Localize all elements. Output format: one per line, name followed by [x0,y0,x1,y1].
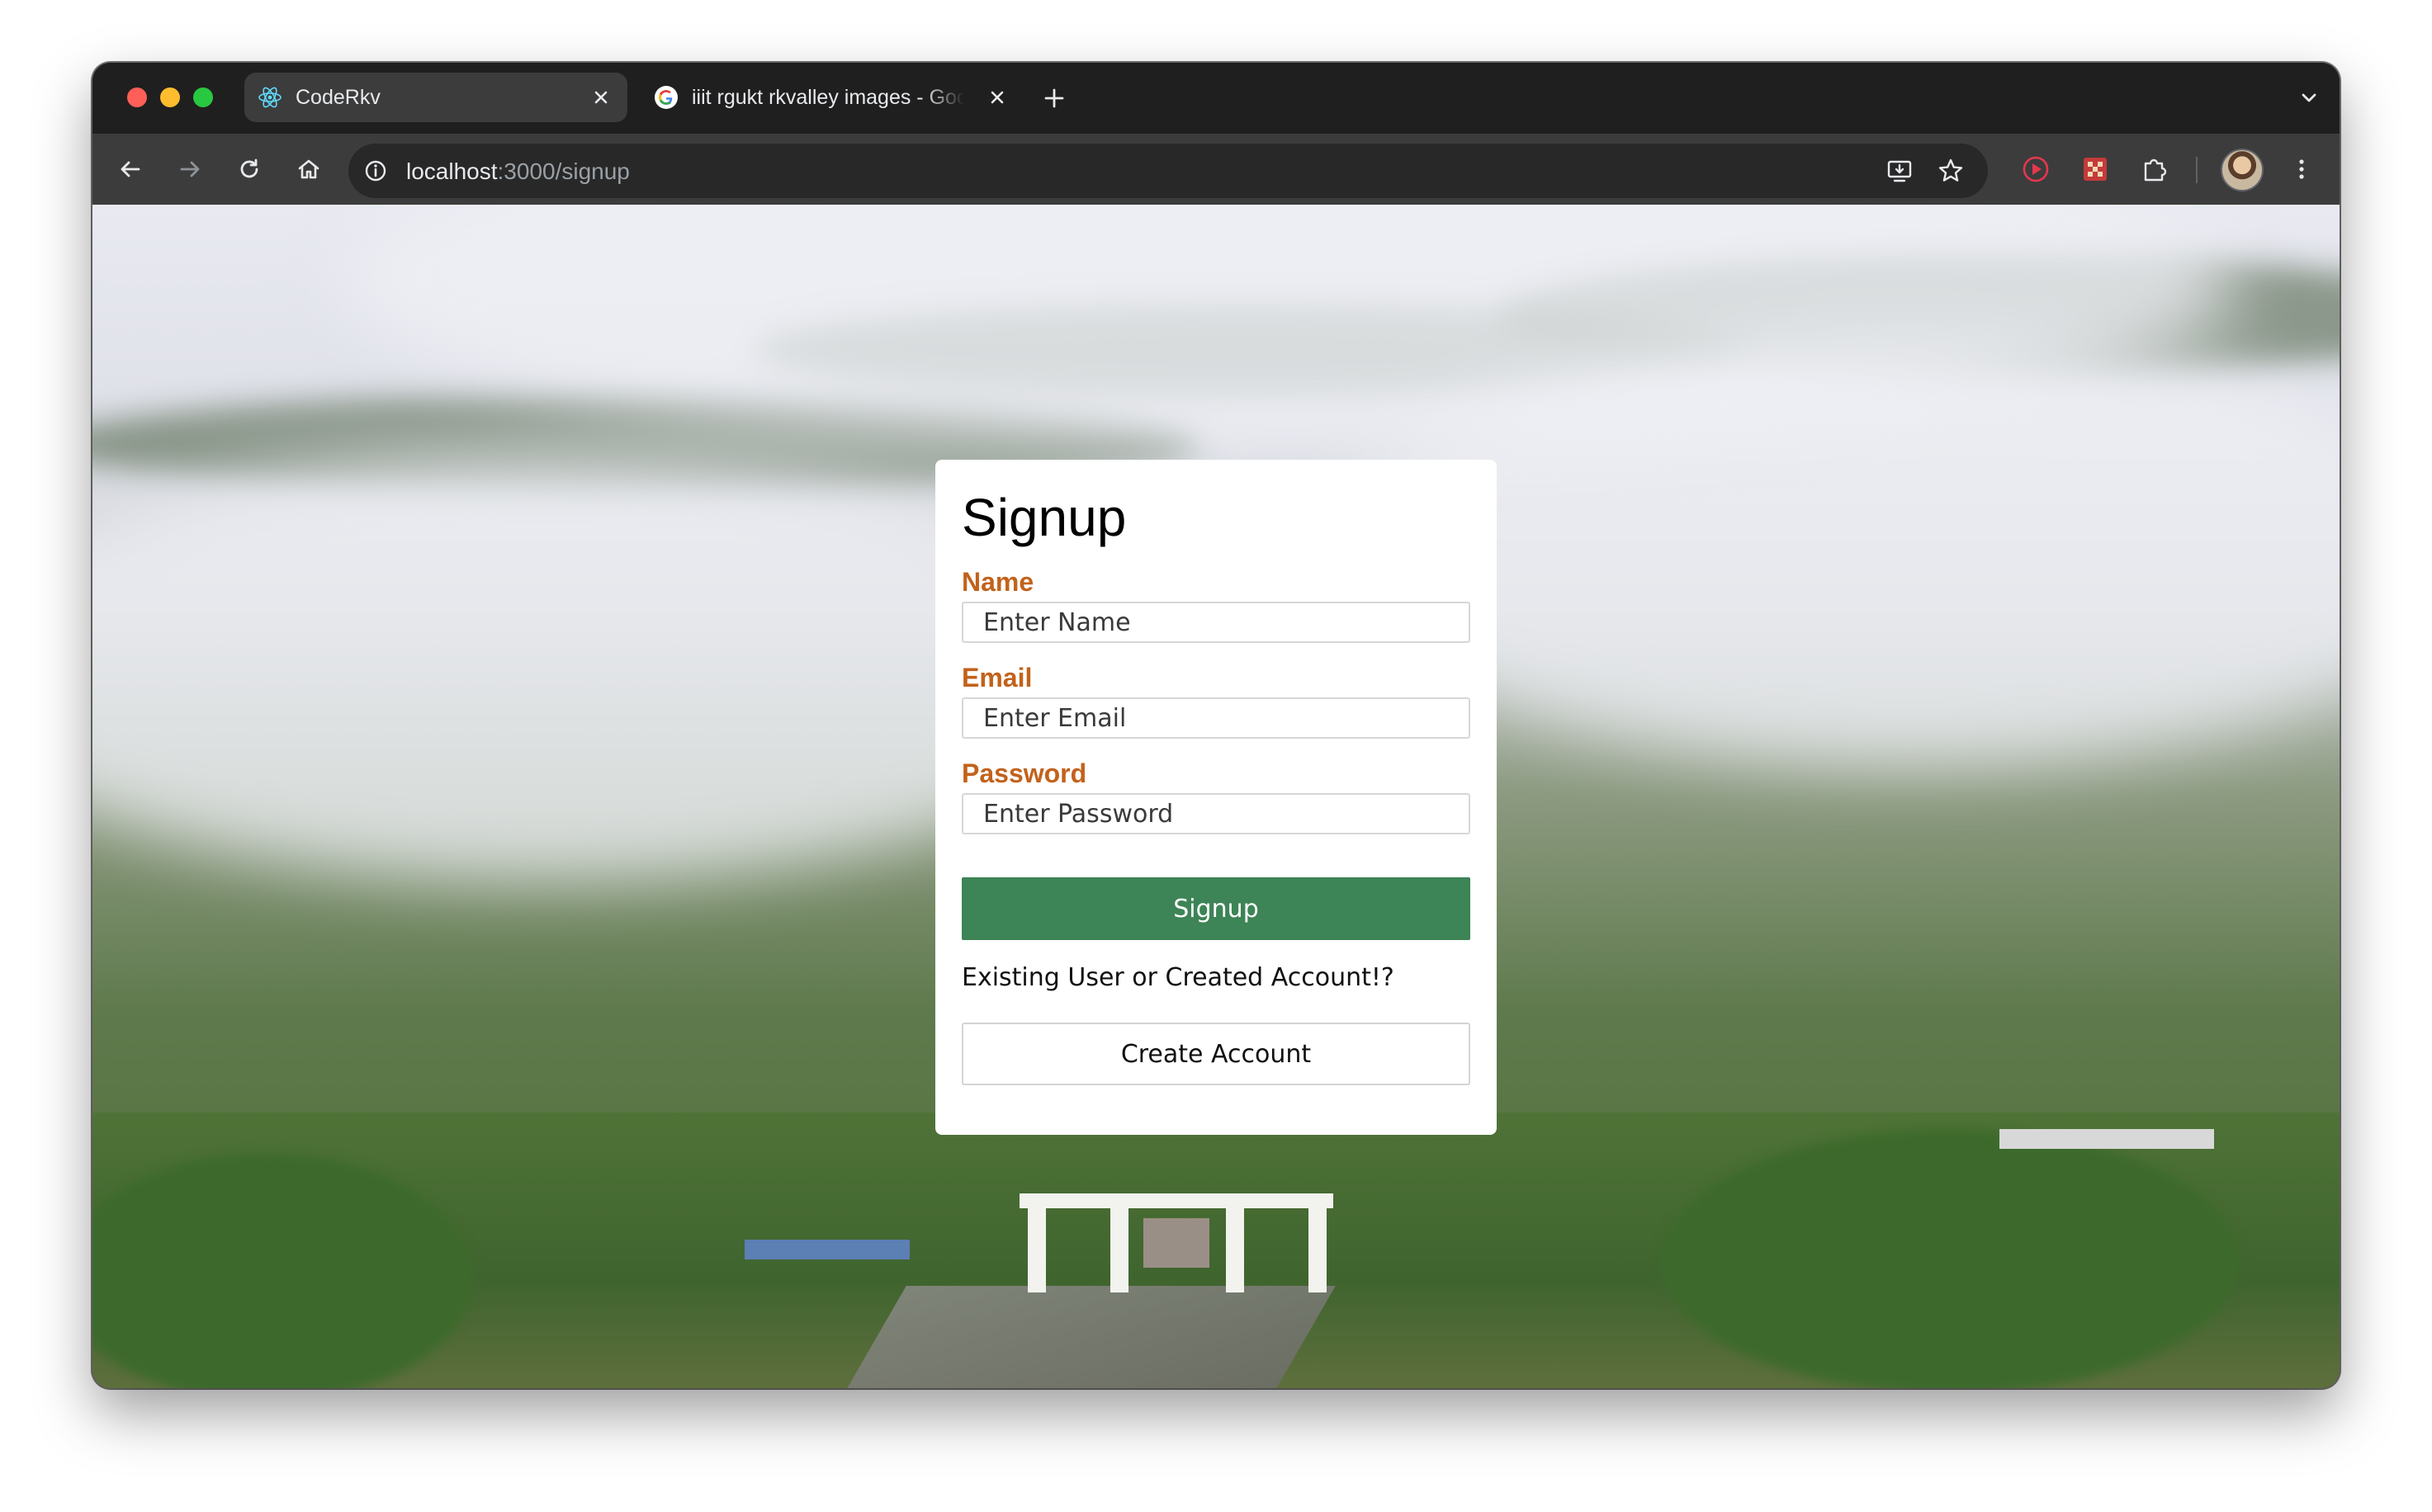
profile-avatar[interactable] [2221,149,2264,191]
address-bar[interactable]: localhost:3000/signup [348,144,1988,198]
page-title: Signup [962,488,1127,547]
minimize-window-button[interactable] [160,87,180,107]
name-label: Name [962,567,1034,597]
page-viewport: Signup Name Email Password Signup Existi… [92,205,2340,1388]
building-roof [745,1240,910,1259]
signup-button[interactable]: Signup [962,877,1470,940]
tab-strip: CodeRkv iiit rgukt rkvalley images - Goo… [92,63,2340,134]
email-input[interactable] [962,697,1470,739]
puzzle-piece-icon [2144,158,2167,182]
browser-menu-button[interactable] [2283,151,2320,187]
google-icon [655,86,678,109]
video-record-icon [2023,156,2049,182]
arrow-right-icon [180,161,200,177]
pixel-art-icon [2084,158,2107,181]
tree-cluster [1661,1129,2239,1388]
install-app-icon[interactable] [1884,155,1915,187]
campus-road [847,1286,1336,1388]
home-icon [298,159,319,179]
name-input[interactable] [962,602,1470,643]
reload-icon [240,158,258,178]
building-roof [1999,1129,2214,1149]
extensions-button[interactable] [2136,151,2173,187]
site-info-icon[interactable] [360,155,391,187]
maximize-window-button[interactable] [193,87,213,107]
signup-card: Signup Name Email Password Signup Existi… [935,460,1497,1135]
react-icon [258,87,282,108]
back-button[interactable] [112,151,149,187]
tab-title: iiit rgukt rkvalley images - Google Sear… [692,86,964,109]
extension-video-button[interactable] [2018,151,2054,187]
tab-title: CodeRkv [296,86,381,109]
tab-coderkv[interactable]: CodeRkv [244,73,627,122]
arrow-left-icon [121,161,140,177]
close-tab-icon[interactable] [986,86,1009,109]
bookmark-star-icon[interactable] [1935,155,1966,187]
browser-window: CodeRkv iiit rgukt rkvalley images - Goo… [92,63,2340,1388]
close-window-button[interactable] [127,87,147,107]
browser-toolbar: localhost:3000/signup [92,134,2340,205]
password-label: Password [962,758,1087,788]
home-button[interactable] [291,151,327,187]
url-host: localhost [406,158,498,184]
url-text[interactable]: localhost:3000/signup [406,158,630,185]
url-path: :3000/signup [497,158,630,184]
email-label: Email [962,663,1033,692]
campus-gate [1020,1193,1333,1292]
new-tab-plus-icon[interactable] [1040,84,1068,112]
close-tab-icon[interactable] [589,86,613,109]
existing-user-text: Existing User or Created Account!? [962,963,1394,992]
create-account-button[interactable]: Create Account [962,1023,1470,1085]
chevron-down-icon[interactable] [2295,84,2323,112]
kebab-menu-icon [2299,159,2304,179]
password-input[interactable] [962,793,1470,834]
extension-pixel-button[interactable] [2077,151,2113,187]
reload-button[interactable] [231,151,267,187]
tab-google-search[interactable]: iiit rgukt rkvalley images - Google Sear… [641,73,1024,122]
toolbar-separator [2196,157,2198,183]
forward-button[interactable] [172,151,208,187]
